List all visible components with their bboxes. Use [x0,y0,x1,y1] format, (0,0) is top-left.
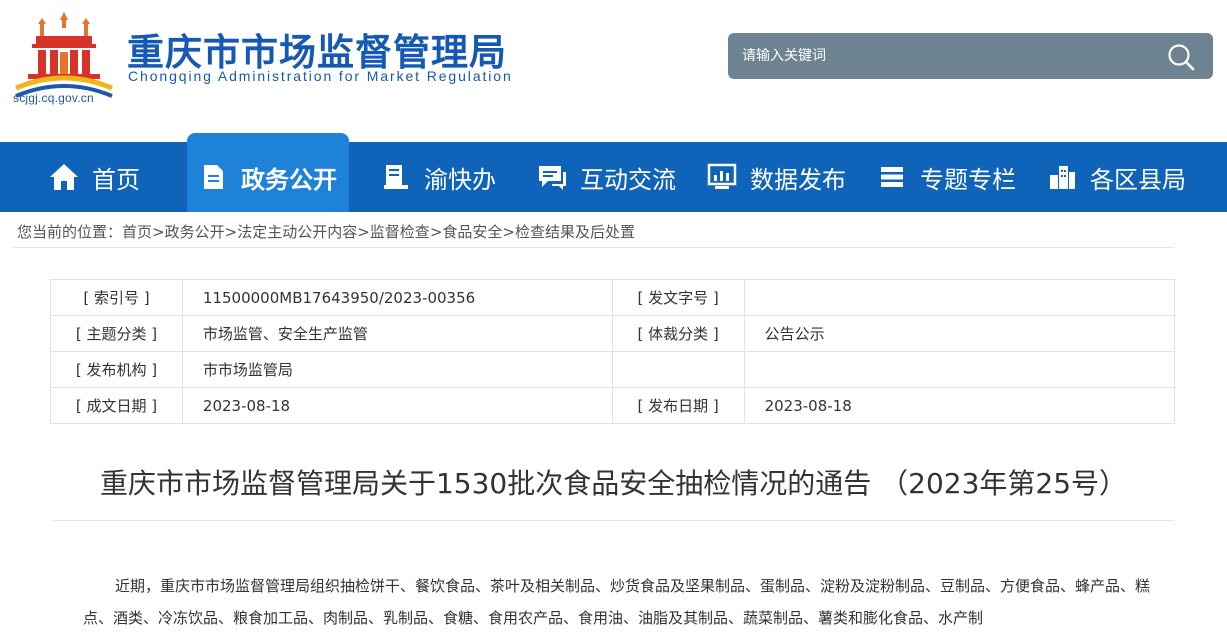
nav-item-data-release[interactable]: 数据发布 [706,142,846,212]
table-row: [ 索引号 ] 11500000MB17643950/2023-00356 [ … [50,279,1176,316]
chat-icon [539,166,566,190]
genre-category-value: 公告公示 [743,315,1176,352]
nav-item-label: 渝快办 [424,165,496,194]
site-subtitle: Chongqing Administration for Market Regu… [128,68,513,84]
breadcrumb-separator: > [224,223,238,241]
breadcrumb-link-food-safety[interactable]: 食品安全 [442,223,502,241]
stack-icon [881,167,903,187]
nav-item-label: 数据发布 [750,165,846,194]
nav-item-interaction[interactable]: 互动交流 [536,142,676,212]
nav-item-home[interactable]: 首页 [48,142,140,212]
article-body: 近期，重庆市市场监督管理局组织抽检饼干、餐饮食品、茶叶及相关制品、炒货食品及坚果… [83,570,1163,634]
breadcrumb-link-home[interactable]: 首页 [122,223,152,241]
document-number-value [743,279,1176,316]
issuing-agency-label: [ 发布机构 ] [50,351,183,388]
written-date-value: 2023-08-18 [181,387,613,424]
topic-category-value: 市场监管、安全生产监管 [181,315,613,352]
topic-category-label: [ 主题分类 ] [50,315,183,352]
publish-date-label: [ 发布日期 ] [611,387,745,424]
breadcrumb-separator: > [152,223,165,241]
publish-date-value: 2023-08-18 [743,387,1176,424]
article-paragraph: 近期，重庆市市场监督管理局组织抽检饼干、餐饮食品、茶叶及相关制品、炒货食品及坚果… [83,577,1151,627]
nav-item-special-topics[interactable]: 专题专栏 [876,142,1016,212]
nav-item-open-government[interactable]: 政务公开 [197,142,337,212]
index-number-label: [ 索引号 ] [50,279,183,316]
document-icon [204,165,223,189]
issuing-agency-value: 市市场监管局 [181,351,613,388]
breadcrumb-separator: > [502,223,515,241]
table-row: [ 成文日期 ] 2023-08-18 [ 发布日期 ] 2023-08-18 [50,387,1176,424]
document-info-table: [ 索引号 ] 11500000MB17643950/2023-00356 [ … [50,279,1176,424]
search-icon[interactable] [1167,43,1195,71]
nav-item-yukuaiban[interactable]: 渝快办 [380,142,496,212]
site-header: scjgj.cq.gov.cn 重庆市市场监督管理局 Chongqing Adm… [0,0,1227,142]
document-number-label: [ 发文字号 ] [611,279,745,316]
breadcrumb-separator: > [429,223,443,241]
breadcrumb-link-inspection-results[interactable]: 检查结果及后处置 [515,223,635,241]
breadcrumb-link-open-government[interactable]: 政务公开 [165,223,225,241]
article-title: 重庆市市场监督管理局关于1530批次食品安全抽检情况的通告 （2023年第25号… [99,467,1128,500]
written-date-label: [ 成文日期 ] [50,387,183,424]
breadcrumb-separator: > [357,223,370,241]
breadcrumb-divider [13,247,1174,248]
search-input[interactable] [728,33,1158,79]
nav-item-label: 首页 [92,165,140,194]
breadcrumb-prefix: 您当前的位置： [17,223,123,241]
breadcrumb-link-supervision[interactable]: 监督检查 [370,223,430,241]
genre-category-label: [ 体裁分类 ] [611,315,745,352]
title-divider [53,520,1174,521]
breadcrumb: 您当前的位置：首页>政务公开>法定主动公开内容>监督检查>食品安全>检查结果及后… [17,221,635,242]
empty-value [743,351,1176,388]
empty-label [611,351,745,388]
home-icon [50,164,78,190]
index-number-value: 11500000MB17643950/2023-00356 [181,279,613,316]
buildings-icon [1050,166,1075,189]
breadcrumb-link-statutory-disclosure[interactable]: 法定主动公开内容 [237,223,357,241]
nav-item-label: 各区县局 [1090,165,1186,194]
nav-item-label: 互动交流 [580,165,676,194]
table-row: [ 主题分类 ] 市场监管、安全生产监管 [ 体裁分类 ] 公告公示 [50,315,1176,352]
nav-item-district-bureaus[interactable]: 各区县局 [1046,142,1186,212]
search-box [728,33,1213,79]
nav-item-label: 专题专栏 [920,165,1016,194]
book-icon [384,165,408,189]
chart-monitor-icon [707,163,737,189]
table-row: [ 发布机构 ] 市市场监管局 [50,351,1176,388]
site-domain: scjgj.cq.gov.cn [13,91,94,105]
nav-item-label: 政务公开 [241,165,337,194]
